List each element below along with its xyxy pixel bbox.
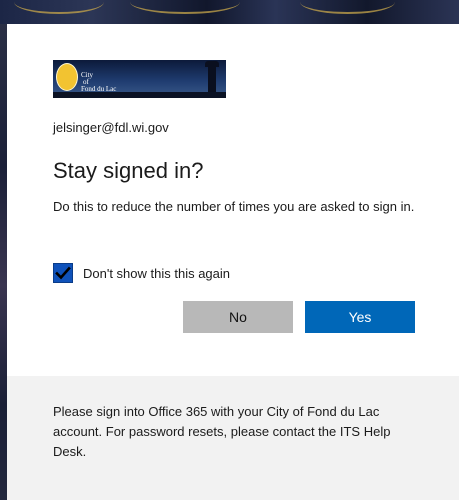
dont-show-again-label[interactable]: Don't show this this again bbox=[83, 266, 230, 281]
logo-text: City of Fond du Lac bbox=[81, 72, 116, 93]
city-seal-icon bbox=[56, 63, 78, 91]
background-arch bbox=[300, 0, 395, 14]
background-arch bbox=[130, 0, 240, 14]
logo-shoreline bbox=[53, 92, 226, 98]
background-arch bbox=[14, 0, 104, 14]
footer-message: Please sign into Office 365 with your Ci… bbox=[53, 404, 391, 459]
sign-in-dialog: City of Fond du Lac jelsinger@fdl.wi.gov… bbox=[7, 24, 459, 500]
dont-show-again-row[interactable]: Don't show this this again bbox=[53, 263, 230, 283]
account-email: jelsinger@fdl.wi.gov bbox=[53, 120, 169, 135]
yes-button[interactable]: Yes bbox=[305, 301, 415, 333]
no-button[interactable]: No bbox=[183, 301, 293, 333]
checkmark-icon bbox=[55, 266, 71, 280]
background-image-top bbox=[0, 0, 459, 24]
organization-logo: City of Fond du Lac bbox=[53, 60, 226, 98]
background-image-side bbox=[0, 24, 7, 500]
footer-panel: Please sign into Office 365 with your Ci… bbox=[7, 376, 459, 500]
lighthouse-icon bbox=[205, 61, 219, 92]
page-title: Stay signed in? bbox=[53, 158, 204, 183]
dont-show-again-checkbox[interactable] bbox=[53, 263, 73, 283]
prompt-description: Do this to reduce the number of times yo… bbox=[53, 199, 415, 214]
